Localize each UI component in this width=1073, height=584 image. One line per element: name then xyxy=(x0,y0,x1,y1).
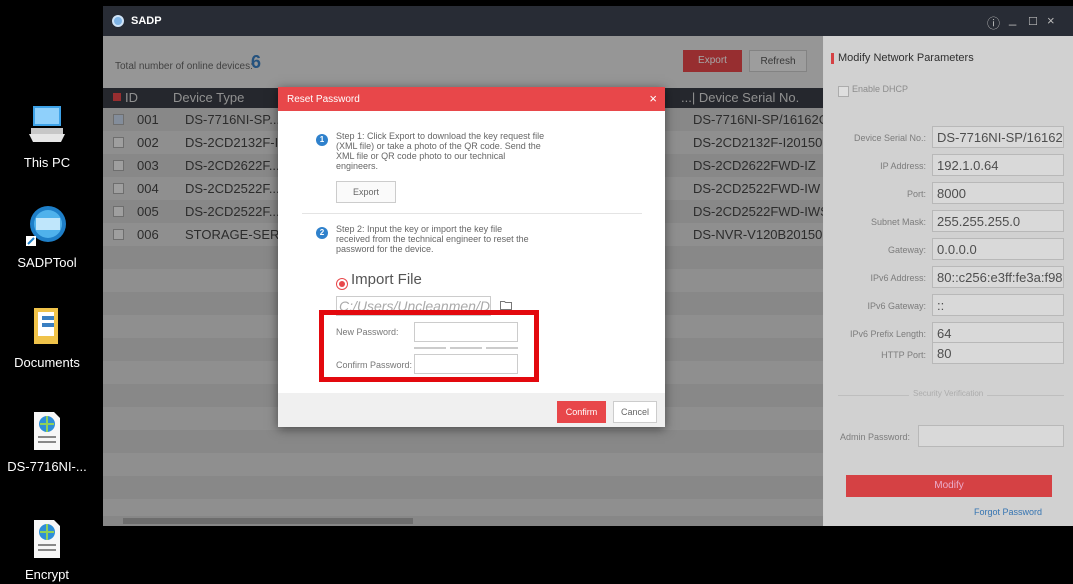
folder-icon[interactable] xyxy=(500,300,512,310)
cancel-button[interactable]: Cancel xyxy=(613,401,657,423)
app-title: SADP xyxy=(131,15,162,27)
title-bar: SADP ⓘ _ ☐ × xyxy=(103,6,1073,36)
dialog-title: Reset Password xyxy=(287,94,360,105)
step-1-badge: 1 xyxy=(316,134,328,146)
close-button[interactable]: × xyxy=(1047,13,1055,28)
dialog-close-icon[interactable]: × xyxy=(649,91,657,106)
dialog-header: Reset Password × xyxy=(278,87,665,111)
dialog-footer: Confirm Cancel xyxy=(278,393,665,427)
html-file-icon xyxy=(34,520,60,558)
sadptool-icon xyxy=(26,206,66,246)
desktop-icon-label: Encrypt xyxy=(24,567,70,582)
panel-dim xyxy=(824,36,1073,526)
dialog-export-button[interactable]: Export xyxy=(336,181,396,203)
desktop-icon-label: Documents xyxy=(14,355,80,370)
confirm-button[interactable]: Confirm xyxy=(557,401,606,423)
import-file-radio[interactable] xyxy=(339,281,345,287)
step-2-text: Step 2: Input the key or import the key … xyxy=(336,224,529,254)
minimize-button[interactable]: _ xyxy=(1009,11,1016,26)
folder-documents-icon xyxy=(34,308,58,344)
desktop-icon-label: This PC xyxy=(23,155,71,170)
desktop-icon-documents[interactable]: Documents xyxy=(2,306,92,370)
sadp-logo-icon xyxy=(112,15,124,27)
desktop-icon-this-pc[interactable]: This PC xyxy=(2,104,92,170)
computer-icon xyxy=(29,106,65,142)
divider xyxy=(302,213,642,214)
desktop-icon-sadptool[interactable]: SADPTool xyxy=(2,204,92,270)
step-2-badge: 2 xyxy=(316,227,328,239)
desktop-icon-ds-7716ni[interactable]: DS-7716NI-... xyxy=(2,410,92,474)
network-params-panel: Modify Network Parameters Enable DHCP De… xyxy=(823,36,1073,526)
step-1-text: Step 1: Click Export to download the key… xyxy=(336,131,545,171)
maximize-button[interactable]: ☐ xyxy=(1028,15,1038,28)
desktop-icon-label: SADPTool xyxy=(17,255,77,270)
desktop-icon-label: DS-7716NI-... xyxy=(7,459,87,474)
html-file-icon xyxy=(34,412,60,450)
import-file-label: Import File xyxy=(351,271,422,288)
desktop-icon-encrypt[interactable]: Encrypt xyxy=(2,518,92,582)
annotation-highlight-box xyxy=(319,310,539,382)
info-icon[interactable]: ⓘ xyxy=(987,13,1000,32)
